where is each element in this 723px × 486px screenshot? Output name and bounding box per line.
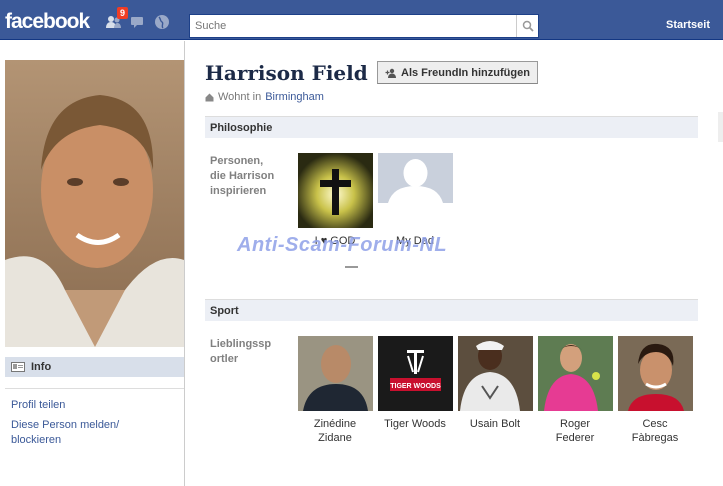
facebook-logo[interactable]: facebook (5, 10, 90, 34)
caption-line-1: Roger (560, 418, 590, 430)
notifications-globe-icon[interactable] (153, 14, 171, 30)
lives-prefix: Wohnt in (218, 91, 262, 103)
caption-line-1: Cesc (642, 418, 668, 430)
watermark: Anti-Scam-Forum-NL (237, 234, 448, 256)
athlete-cesc-fabregas-image[interactable] (618, 336, 693, 411)
inspirations-label: Personen, die Harrison inspirieren (210, 154, 274, 199)
caption-line-1: Zinédine (313, 418, 357, 430)
add-friend-label: Als FreundIn hinzufügen (401, 66, 530, 79)
scrollbar[interactable] (718, 112, 723, 142)
inspirations-label-line-2: die Harrison (210, 170, 275, 182)
caption-line-1: Usain Bolt (469, 418, 521, 430)
caption-line-1: Tiger Woods (384, 418, 446, 430)
athlete-caption-roger-federer[interactable]: Roger Federer (535, 417, 615, 445)
report-link-line-2: blockieren (11, 434, 62, 446)
athlete-zidane-image[interactable] (298, 336, 373, 411)
notification-badge: 9 (117, 7, 129, 19)
report-link-line-1: Diese Person melden/ (11, 419, 120, 431)
divider (5, 388, 184, 389)
athlete-caption-zidane[interactable]: Zinédine Zidane (295, 417, 375, 445)
athlete-caption-usain-bolt[interactable]: Usain Bolt (455, 417, 535, 431)
sport-header: Sport (205, 299, 698, 321)
search-box (189, 14, 539, 38)
house-icon (205, 93, 214, 101)
tiger-woods-logo-text: TIGER WOODS (390, 383, 441, 390)
profile-name: Harrison Field (205, 61, 368, 85)
search-icon (522, 20, 534, 32)
favorite-athletes-label: Lieblingssp ortler (210, 337, 271, 367)
caption-line-2: Fàbregas (631, 432, 679, 444)
inspiration-dad-image[interactable] (378, 153, 453, 228)
athlete-usain-bolt-image[interactable] (458, 336, 533, 411)
report-block-link[interactable]: Diese Person melden/ blockieren (11, 418, 119, 448)
athlete-caption-cesc-fabregas[interactable]: Cesc Fàbregas (615, 417, 695, 445)
city-link[interactable]: Birmingham (265, 91, 324, 103)
inspirations-label-line-1: Personen, (210, 155, 264, 167)
info-card-icon (11, 362, 25, 372)
athlete-roger-federer-image[interactable] (538, 336, 613, 411)
jewel-bar: 9 (105, 7, 171, 30)
share-profile-link[interactable]: Profil teilen (11, 398, 65, 413)
athlete-tiger-woods-image[interactable]: TIGER WOODS (378, 336, 453, 411)
search-input[interactable] (190, 15, 516, 37)
add-friend-button[interactable]: Als FreundIn hinzufügen (377, 61, 538, 84)
messages-icon[interactable] (129, 14, 147, 30)
philosophy-header: Philosophie (205, 116, 698, 138)
inspirations-label-line-3: inspirieren (210, 185, 267, 197)
home-link[interactable]: Startseit (666, 19, 710, 31)
profile-photo[interactable] (5, 60, 184, 347)
top-bar: facebook 9 Startseit (0, 0, 723, 40)
info-label: Info (31, 361, 52, 373)
add-friend-icon (385, 68, 396, 78)
friend-requests-icon[interactable]: 9 (105, 7, 129, 30)
inspiration-god-image[interactable] (298, 153, 373, 228)
athletes-label-line-2: ortler (210, 353, 239, 365)
athlete-caption-tiger-woods[interactable]: Tiger Woods (375, 417, 455, 431)
lives-in: Wohnt in Birmingham (205, 91, 324, 103)
athletes-label-line-1: Lieblingssp (210, 338, 272, 350)
caption-line-2: Federer (555, 432, 595, 444)
caption-line-2: Zidane (318, 432, 352, 444)
info-tab[interactable]: Info (5, 357, 184, 377)
left-column: Info Profil teilen Diese Person melden/ … (0, 41, 185, 486)
search-button[interactable] (516, 15, 538, 37)
scroll-dash (345, 266, 358, 268)
